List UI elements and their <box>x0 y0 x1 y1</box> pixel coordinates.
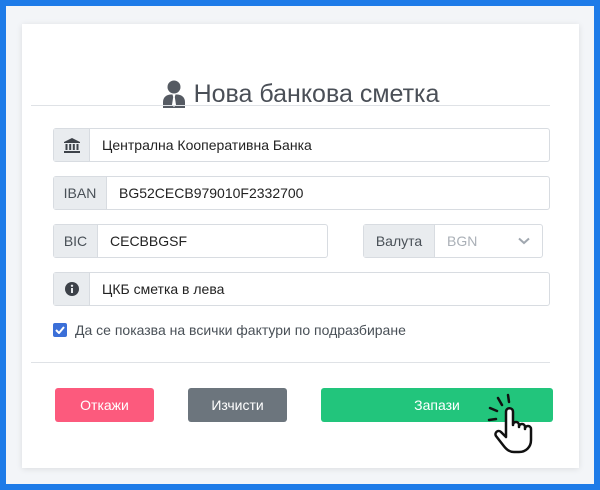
iban-value: BG52CECB979010F2332700 <box>119 185 304 201</box>
bank-addon <box>54 129 90 161</box>
bank-name-field[interactable]: Централна Кооперативна Банка <box>53 128 550 162</box>
currency-label: Валута <box>364 225 435 257</box>
bank-icon <box>63 137 80 153</box>
chevron-down-icon <box>518 237 530 245</box>
pointing-hand-icon <box>487 393 533 454</box>
info-icon <box>64 282 79 296</box>
description-value: ЦКБ сметка в лева <box>102 281 225 297</box>
iban-label: IBAN <box>54 177 107 209</box>
description-field[interactable]: ЦКБ сметка в лева <box>53 272 550 306</box>
bank-name-value: Централна Кооперативна Банка <box>102 137 312 153</box>
currency-value: BGN <box>447 233 478 249</box>
currency-value-wrap: BGN <box>435 225 542 257</box>
bic-field[interactable]: BIC CECBBGSF <box>53 224 328 258</box>
bic-value: CECBBGSF <box>110 233 188 249</box>
currency-select[interactable]: Валута BGN <box>363 224 543 258</box>
default-checkbox-label: Да се показва на всички фактури по подра… <box>75 322 406 338</box>
check-icon <box>55 326 65 334</box>
page-title: Нова банкова сметка <box>22 76 579 112</box>
iban-field[interactable]: IBAN BG52CECB979010F2332700 <box>53 176 550 210</box>
user-icon <box>162 80 185 108</box>
header-divider <box>31 105 550 106</box>
info-addon <box>54 273 90 305</box>
footer-divider <box>31 362 550 363</box>
default-checkbox-row[interactable]: Да се показва на всички фактури по подра… <box>53 321 406 339</box>
default-checkbox[interactable] <box>53 323 67 337</box>
cancel-button[interactable]: Откажи <box>55 388 154 422</box>
bic-label: BIC <box>54 225 98 257</box>
clear-button[interactable]: Изчисти <box>188 388 287 422</box>
